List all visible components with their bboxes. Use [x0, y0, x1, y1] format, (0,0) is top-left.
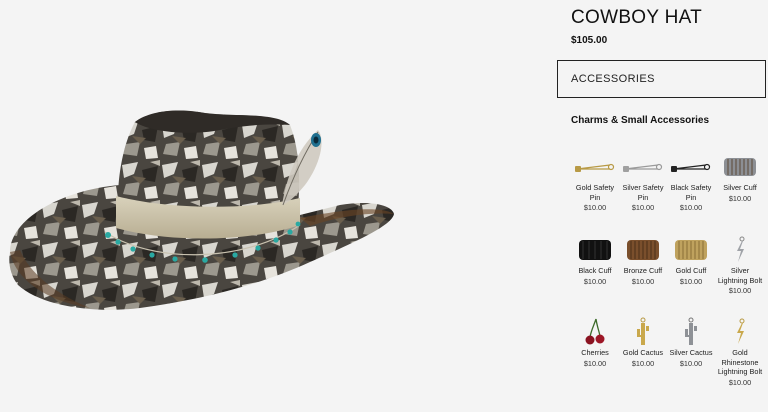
cactus-charm-icon — [619, 317, 667, 346]
item-price: $10.00 — [583, 203, 607, 213]
cuff-icon — [667, 236, 715, 264]
item-name: Silver Cactus — [669, 348, 713, 357]
cuff-icon — [716, 153, 764, 181]
item-name: Silver Cuff — [723, 183, 757, 192]
item-price: $10.00 — [679, 358, 703, 368]
accessories-tab[interactable]: ACCESSORIES — [557, 60, 766, 98]
accessory-item[interactable]: Silver Lightning Bolt $10.00 — [716, 236, 764, 296]
item-price: $10.00 — [631, 358, 655, 368]
item-price: $10.00 — [728, 193, 752, 203]
cuff-icon — [571, 236, 619, 264]
product-info-panel: COWBOY HAT $105.00 ACCESSORIES Charms & … — [557, 0, 768, 407]
accessory-item[interactable]: Silver Safety Pin $10.00 — [619, 153, 667, 213]
lightning-bolt-charm-icon — [716, 236, 764, 264]
item-price: $10.00 — [679, 276, 703, 286]
cowboy-hat-image — [9, 110, 395, 310]
product-title: COWBOY HAT — [571, 7, 703, 28]
cactus-charm-icon — [667, 317, 715, 346]
item-price: $10.00 — [631, 203, 655, 213]
product-price: $105.00 — [571, 35, 608, 46]
cherries-charm-icon — [571, 318, 619, 346]
item-name: Bronze Cuff — [623, 266, 663, 275]
item-price: $10.00 — [583, 358, 607, 368]
accessory-item[interactable]: Gold Cactus $10.00 — [619, 317, 667, 369]
item-name: Black Safety Pin — [670, 183, 712, 202]
item-name: Cherries — [581, 348, 609, 357]
item-name: Silver Safety Pin — [622, 183, 664, 202]
accessory-item[interactable]: Gold Cuff $10.00 — [667, 236, 715, 287]
accessories-label: ACCESSORIES — [571, 73, 655, 85]
accessory-item[interactable]: Gold Rhinestone Lightning Bolt $10.00 — [716, 318, 764, 388]
item-name: Gold Rhinestone Lightning Bolt — [717, 348, 763, 377]
cuff-icon — [619, 236, 667, 264]
accessory-item[interactable]: Black Cuff $10.00 — [571, 236, 619, 287]
safety-pin-icon — [571, 153, 619, 181]
accessory-item[interactable]: Cherries $10.00 — [571, 318, 619, 369]
item-price: $10.00 — [631, 276, 655, 286]
accessory-item[interactable]: Bronze Cuff $10.00 — [619, 236, 667, 287]
product-image[interactable] — [0, 0, 545, 407]
accessory-item[interactable]: Silver Cuff $10.00 — [716, 153, 764, 204]
accessory-item[interactable]: Gold Safety Pin $10.00 — [571, 153, 619, 213]
item-name: Gold Cactus — [622, 348, 664, 357]
section-heading: Charms & Small Accessories — [571, 115, 710, 126]
item-price: $10.00 — [728, 286, 752, 296]
item-name: Silver Lightning Bolt — [717, 266, 763, 285]
item-price: $10.00 — [583, 276, 607, 286]
lightning-bolt-charm-icon — [716, 318, 764, 346]
safety-pin-icon — [619, 153, 667, 181]
accessory-item[interactable]: Silver Cactus $10.00 — [667, 317, 715, 369]
safety-pin-icon — [667, 153, 715, 181]
item-name: Black Cuff — [578, 266, 612, 275]
item-name: Gold Cuff — [675, 266, 707, 275]
accessory-item[interactable]: Black Safety Pin $10.00 — [667, 153, 715, 213]
item-name: Gold Safety Pin — [575, 183, 615, 202]
item-price: $10.00 — [728, 377, 752, 387]
item-price: $10.00 — [679, 203, 703, 213]
